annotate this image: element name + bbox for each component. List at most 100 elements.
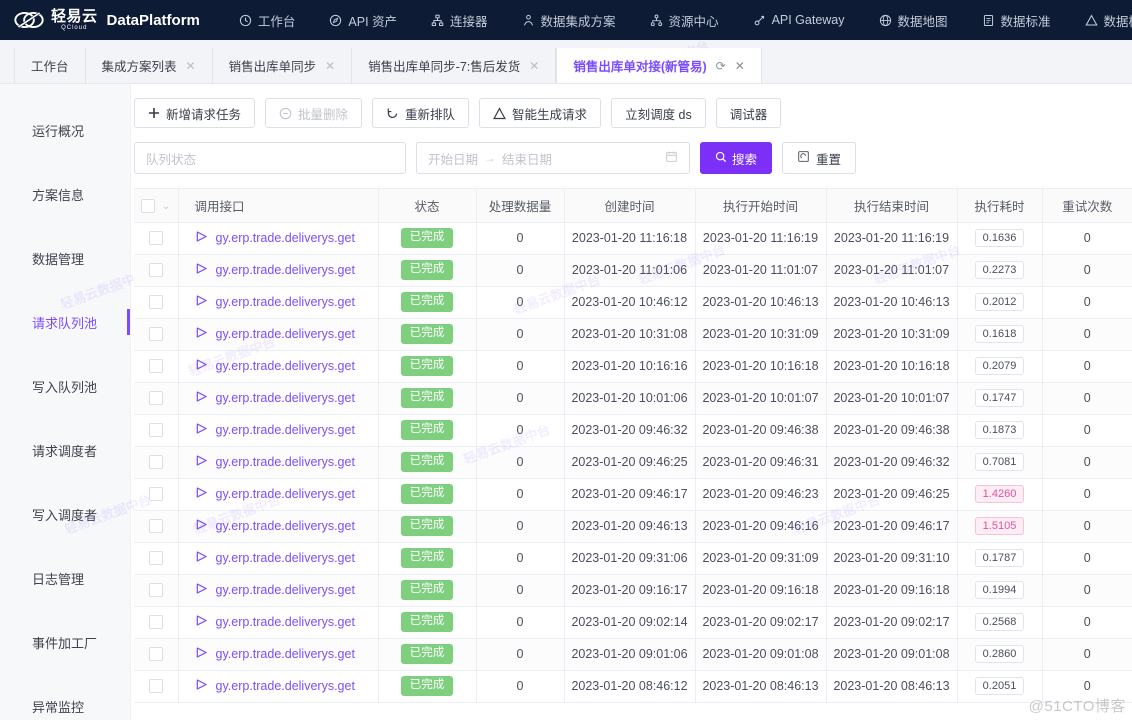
row-checkbox[interactable] <box>148 391 163 406</box>
sidebar-item-exception-monitor[interactable]: 异常监控 <box>0 674 130 720</box>
table-row[interactable]: gy.erp.trade.deliverys.get 已完成 0 2023-01-20… <box>134 478 1132 511</box>
start-date-input[interactable]: 开始日期 <box>428 149 478 168</box>
table-row[interactable]: gy.erp.trade.deliverys.get 已完成 0 2023-01-20… <box>134 670 1132 703</box>
row-api-cell[interactable]: gy.erp.trade.deliverys.get <box>178 318 379 351</box>
close-icon[interactable]: ✕ <box>325 60 335 72</box>
row-select-cell[interactable] <box>134 446 179 479</box>
table-row[interactable]: gy.erp.trade.deliverys.get 已完成 0 2023-01-20… <box>134 254 1132 287</box>
row-checkbox[interactable] <box>148 327 163 342</box>
row-select-cell[interactable] <box>134 414 179 447</box>
row-select-cell[interactable] <box>134 542 179 575</box>
row-select-cell[interactable] <box>134 286 179 319</box>
row-api-cell[interactable]: gy.erp.trade.deliverys.get <box>178 574 379 607</box>
nav-item-api-assets[interactable]: API 资产 <box>312 11 414 30</box>
row-select-cell[interactable] <box>134 382 179 415</box>
table-row[interactable]: gy.erp.trade.deliverys.get 已完成 0 2023-01-20… <box>134 638 1132 671</box>
reset-button[interactable]: 重置 <box>782 142 856 174</box>
tab-workbench[interactable]: 工作台 <box>14 48 86 83</box>
row-checkbox[interactable] <box>148 487 163 502</box>
batch-delete-button[interactable]: 批量删除 <box>265 98 363 128</box>
row-select-cell[interactable] <box>134 510 179 543</box>
row-checkbox[interactable] <box>148 231 163 246</box>
close-icon[interactable]: ✕ <box>529 60 539 72</box>
nav-item-workbench[interactable]: 工作台 <box>222 11 313 30</box>
tab-sales-outbound-sync-7[interactable]: 销售出库单同步-7:售后发货 ✕ <box>352 48 557 83</box>
row-api-cell[interactable]: gy.erp.trade.deliverys.get <box>178 542 379 575</box>
sidebar-item-write-queue-pool[interactable]: 写入队列池 <box>0 354 130 418</box>
row-api-cell[interactable]: gy.erp.trade.deliverys.get <box>178 414 379 447</box>
tab-sales-outbound-docking[interactable]: 销售出库单对接(新管易) ⟳ ✕ <box>556 48 762 83</box>
refresh-icon[interactable]: ⟳ <box>716 59 726 73</box>
nav-item-data-integration[interactable]: 数据集成方案 <box>505 11 633 30</box>
row-api-cell[interactable]: gy.erp.trade.deliverys.get <box>178 606 379 639</box>
row-select-cell[interactable] <box>134 222 179 255</box>
row-api-cell[interactable]: gy.erp.trade.deliverys.get <box>178 670 379 703</box>
search-button[interactable]: 搜索 <box>700 142 772 174</box>
column-header-count[interactable]: 处理数据量 <box>476 189 565 223</box>
requeue-button[interactable]: 重新排队 <box>372 98 470 128</box>
row-api-cell[interactable]: gy.erp.trade.deliverys.get <box>178 382 379 415</box>
row-checkbox[interactable] <box>148 455 163 470</box>
row-select-cell[interactable] <box>134 670 179 703</box>
row-checkbox[interactable] <box>148 583 163 598</box>
sidebar-item-run-overview[interactable]: 运行概况 <box>0 98 130 162</box>
nav-item-api-gateway[interactable]: API Gateway <box>736 13 862 27</box>
brand-logo[interactable]: 轻易云 QCloud DataPlatform <box>14 7 200 33</box>
schedule-now-button[interactable]: 立刻调度 ds <box>611 98 706 128</box>
table-row[interactable]: gy.erp.trade.deliverys.get 已完成 0 2023-01-20… <box>134 318 1132 351</box>
row-select-cell[interactable] <box>134 638 179 671</box>
row-api-cell[interactable]: gy.erp.trade.deliverys.get <box>178 350 379 383</box>
table-row[interactable]: gy.erp.trade.deliverys.get 已完成 0 2023-01-20… <box>134 286 1132 319</box>
sidebar-item-log-management[interactable]: 日志管理 <box>0 546 130 610</box>
tab-sales-outbound-sync[interactable]: 销售出库单同步 ✕ <box>212 48 353 83</box>
chevron-down-icon[interactable]: ⌄ <box>162 201 170 212</box>
date-range-picker[interactable]: 开始日期 → 结束日期 <box>416 142 690 174</box>
row-checkbox[interactable] <box>148 519 163 534</box>
table-row[interactable]: gy.erp.trade.deliverys.get 已完成 0 2023-01-20… <box>134 350 1132 383</box>
table-row[interactable]: gy.erp.trade.deliverys.get 已完成 0 2023-01-20… <box>134 574 1132 607</box>
row-checkbox[interactable] <box>148 551 163 566</box>
nav-item-resource-center[interactable]: 资源中心 <box>633 11 736 30</box>
column-header-created[interactable]: 创建时间 <box>564 189 696 223</box>
table-row[interactable]: gy.erp.trade.deliverys.get 已完成 0 2023-01-20… <box>134 446 1132 479</box>
end-date-input[interactable]: 结束日期 <box>502 149 659 168</box>
row-checkbox[interactable] <box>148 263 163 278</box>
sidebar-item-event-factory[interactable]: 事件加工厂 <box>0 610 130 674</box>
sidebar-item-request-scheduler[interactable]: 请求调度者 <box>0 418 130 482</box>
queue-status-select[interactable]: 队列状态 <box>134 142 406 174</box>
sidebar-item-write-scheduler[interactable]: 写入调度者 <box>0 482 130 546</box>
close-icon[interactable]: ✕ <box>735 60 745 72</box>
table-row[interactable]: gy.erp.trade.deliverys.get 已完成 0 2023-01-20… <box>134 510 1132 543</box>
table-row[interactable]: gy.erp.trade.deliverys.get 已完成 0 2023-01-20… <box>134 542 1132 575</box>
table-row[interactable]: gy.erp.trade.deliverys.get 已完成 0 2023-01-20… <box>134 606 1132 639</box>
row-checkbox[interactable] <box>148 295 163 310</box>
nav-item-connector[interactable]: 连接器 <box>414 11 505 30</box>
column-header-retries[interactable]: 重试次数 <box>1042 189 1132 223</box>
select-all-checkbox[interactable] <box>141 198 156 213</box>
column-header-start[interactable]: 执行开始时间 <box>695 189 827 223</box>
row-select-cell[interactable] <box>134 606 179 639</box>
row-checkbox[interactable] <box>148 423 163 438</box>
row-api-cell[interactable]: gy.erp.trade.deliverys.get <box>178 478 379 511</box>
row-checkbox[interactable] <box>148 615 163 630</box>
close-icon[interactable]: ✕ <box>186 60 196 72</box>
row-select-cell[interactable] <box>134 574 179 607</box>
column-header-duration[interactable]: 执行耗时 <box>957 189 1043 223</box>
row-select-cell[interactable] <box>134 478 179 511</box>
column-header-api[interactable]: 调用接口 <box>178 189 379 223</box>
row-checkbox[interactable] <box>148 679 163 694</box>
row-api-cell[interactable]: gy.erp.trade.deliverys.get <box>178 222 379 255</box>
select-all-header[interactable]: ⌄ <box>134 189 179 223</box>
nav-item-data-model[interactable]: 数据模型 <box>1068 11 1132 30</box>
nav-item-data-standard[interactable]: 数据标准 <box>965 11 1068 30</box>
table-row[interactable]: gy.erp.trade.deliverys.get 已完成 0 2023-01-20… <box>134 382 1132 415</box>
nav-item-data-map[interactable]: 数据地图 <box>862 11 965 30</box>
column-header-status[interactable]: 状态 <box>378 189 477 223</box>
smart-generate-request-button[interactable]: 智能生成请求 <box>479 98 602 128</box>
row-select-cell[interactable] <box>134 318 179 351</box>
add-request-task-button[interactable]: 新增请求任务 <box>134 98 256 128</box>
row-checkbox[interactable] <box>148 359 163 374</box>
row-select-cell[interactable] <box>134 254 179 287</box>
column-header-end[interactable]: 执行结束时间 <box>826 189 958 223</box>
sidebar-item-solution-info[interactable]: 方案信息 <box>0 162 130 226</box>
